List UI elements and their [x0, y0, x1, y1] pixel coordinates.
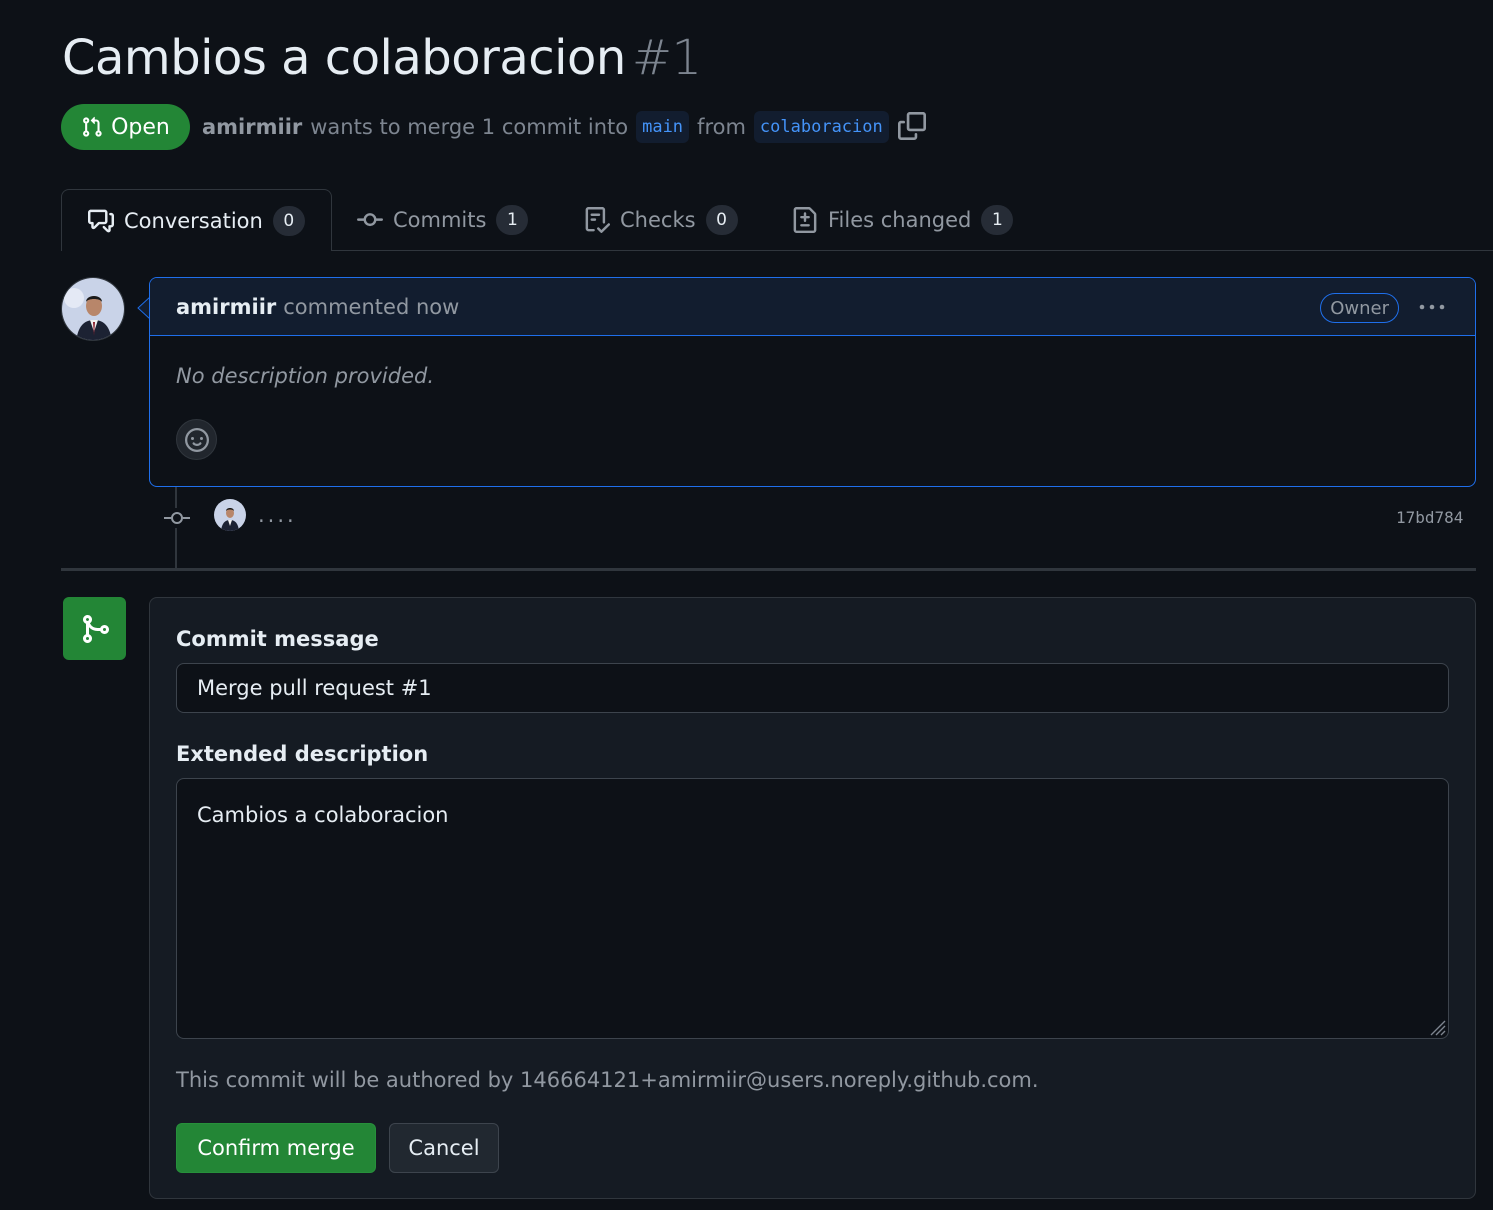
tab-counter: 0: [272, 205, 305, 236]
merge-text-2: from: [697, 115, 746, 139]
tab-checks[interactable]: Checks 0: [584, 189, 738, 251]
tab-files-changed[interactable]: Files changed 1: [792, 189, 1014, 251]
confirm-merge-button[interactable]: Confirm merge: [176, 1123, 376, 1173]
comment-author[interactable]: amirmiir: [176, 295, 276, 319]
resize-handle-icon[interactable]: [1428, 1018, 1446, 1036]
git-commit-icon: [163, 508, 191, 528]
commit-message-link[interactable]: ....: [258, 503, 297, 527]
cancel-button[interactable]: Cancel: [389, 1123, 499, 1173]
commit-author-avatar[interactable]: [214, 499, 246, 531]
commit-sha-link[interactable]: 17bd784: [1396, 508, 1463, 527]
checklist-icon: [585, 207, 610, 233]
commit-author-note: This commit will be authored by 14666412…: [176, 1068, 1039, 1092]
comment-box: amirmiir commented now Owner No descript…: [149, 277, 1476, 487]
avatar[interactable]: [61, 277, 125, 341]
pr-number: #1: [631, 30, 702, 86]
commit-message-label: Commit message: [176, 627, 379, 651]
tab-label: Files changed: [828, 208, 972, 232]
tab-conversation[interactable]: Conversation 0: [61, 189, 332, 251]
state-label: Open: [111, 114, 170, 140]
timeline-divider: [61, 568, 1476, 571]
pr-title: Cambios a colaboracion #1: [62, 30, 702, 86]
git-merge-icon: [82, 614, 109, 643]
git-commit-icon: [357, 213, 383, 227]
commit-message-input[interactable]: Merge pull request #1: [176, 663, 1449, 713]
tab-label: Checks: [620, 208, 696, 232]
pr-author-link[interactable]: amirmiir: [202, 115, 302, 139]
owner-badge: Owner: [1320, 293, 1399, 323]
extended-description-label: Extended description: [176, 742, 429, 766]
tab-counter: 1: [981, 205, 1014, 235]
add-reaction-button[interactable]: [176, 419, 217, 460]
comment-timestamp: commented now: [283, 294, 460, 319]
copy-icon[interactable]: [898, 112, 926, 140]
tab-commits[interactable]: Commits 1: [357, 189, 529, 251]
timeline-line: [175, 487, 177, 569]
comment-discussion-icon: [88, 209, 114, 232]
pr-title-text: Cambios a colaboracion: [62, 30, 626, 86]
kebab-horizontal-icon[interactable]: [1417, 296, 1447, 318]
comment-header: amirmiir commented now Owner: [150, 278, 1475, 336]
state-badge-open: Open: [61, 104, 190, 150]
merge-summary: amirmiir wants to merge 1 commit into ma…: [202, 110, 889, 144]
smiley-icon: [184, 427, 209, 452]
merge-text-1: wants to merge 1 commit into: [310, 115, 629, 139]
comment-body: No description provided.: [176, 364, 434, 388]
git-pull-request-icon: [83, 116, 102, 137]
head-branch[interactable]: colaboracion: [753, 111, 889, 143]
tab-counter: 1: [496, 205, 529, 235]
tab-label: Conversation: [124, 208, 263, 233]
base-branch[interactable]: main: [636, 111, 690, 143]
file-diff-icon: [793, 207, 817, 233]
tab-label: Commits: [393, 208, 487, 232]
merge-status-icon: [63, 597, 126, 660]
extended-description-text: Cambios a colaboracion: [197, 803, 449, 827]
tab-counter: 0: [705, 205, 738, 235]
extended-description-textarea[interactable]: Cambios a colaboracion: [176, 778, 1449, 1039]
